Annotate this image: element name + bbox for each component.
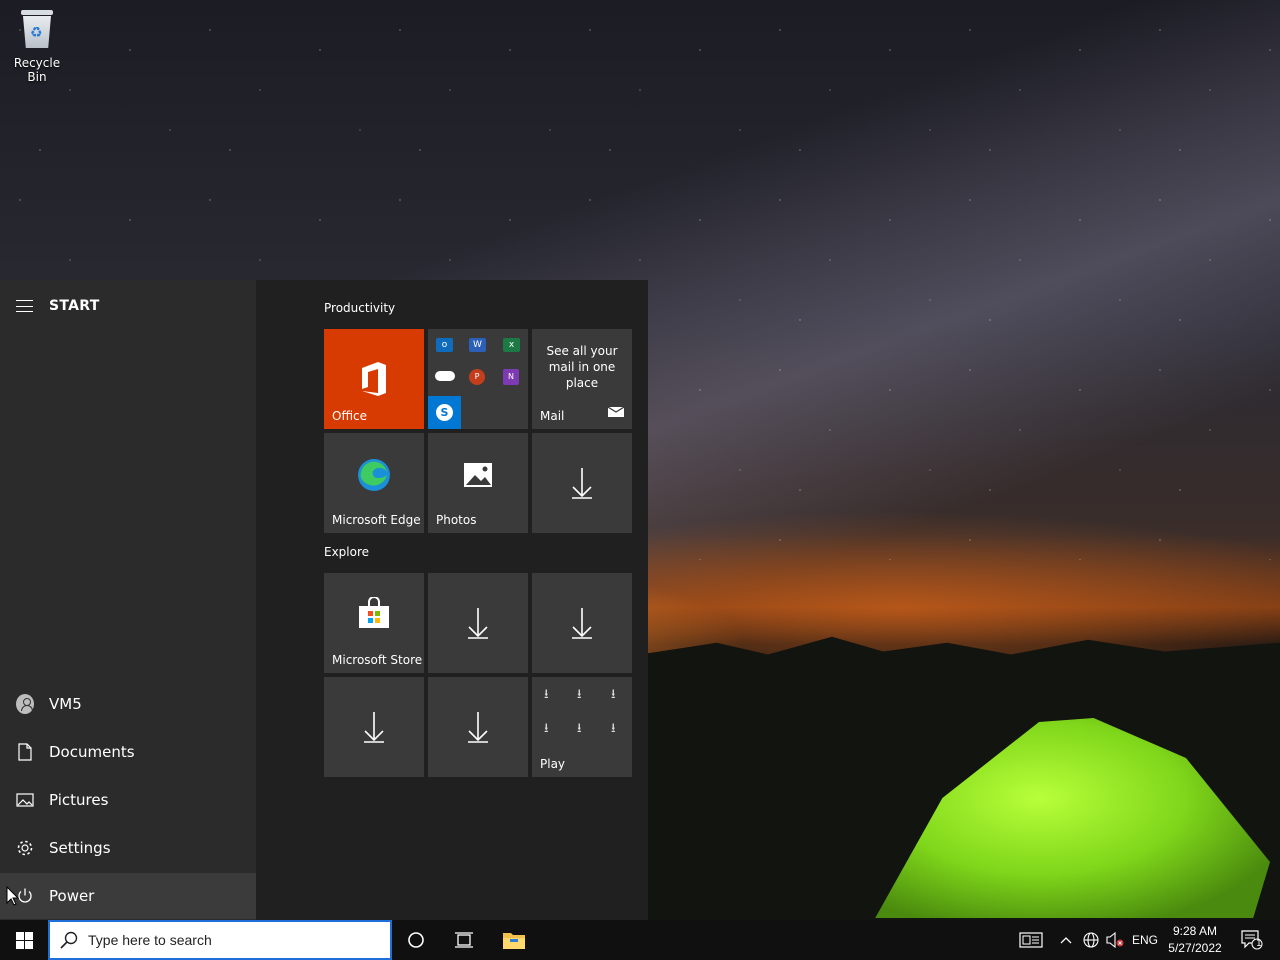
tile-photos[interactable]: Photos (428, 433, 528, 533)
powerpoint-icon: P (469, 369, 485, 385)
tile-label: Photos (436, 513, 477, 527)
pictures-icon (16, 791, 34, 809)
user-icon (16, 694, 34, 714)
tile-label: Microsoft Edge (332, 513, 421, 527)
edge-icon (324, 425, 424, 525)
tile-pending-download[interactable] (428, 677, 528, 777)
cortana-icon (408, 932, 424, 948)
hamburger-menu-icon[interactable] (16, 300, 33, 312)
sidebar-item-pictures[interactable]: Pictures (0, 777, 256, 823)
taskbar-clock[interactable]: 9:28 AM 5/27/2022 (1164, 923, 1226, 957)
sidebar-item-label: Pictures (49, 791, 109, 809)
mail-icon (607, 402, 625, 421)
excel-icon: x (503, 338, 520, 352)
volume-muted-icon (1106, 932, 1124, 948)
start-header[interactable]: START (16, 298, 100, 314)
tile-pending-download[interactable] (324, 677, 424, 777)
group-title-explore: Explore (324, 545, 370, 559)
download-icon (428, 677, 528, 777)
group-title-productivity: Productivity (324, 301, 396, 315)
chevron-up-icon (1060, 937, 1072, 944)
onenote-icon: N (503, 369, 519, 385)
taskbar: Type here to search ENG 9:28 AM 5/27/202… (0, 920, 1280, 960)
document-icon (16, 743, 34, 761)
task-view-button[interactable] (442, 920, 486, 960)
store-icon (324, 563, 424, 663)
taskbar-search-box[interactable]: Type here to search (48, 920, 392, 960)
folder-icon (503, 933, 525, 949)
tile-label: Office (332, 409, 368, 423)
clock-time: 9:28 AM (1172, 924, 1218, 938)
language-indicator: ENG (1131, 933, 1158, 947)
sidebar-item-user[interactable]: VM5 (0, 681, 256, 727)
show-hidden-icons-button[interactable] (1056, 920, 1076, 960)
action-center-button[interactable]: 1 (1232, 920, 1272, 960)
download-icon: ⭳ (577, 721, 582, 736)
tile-office[interactable]: Office (324, 329, 424, 429)
word-icon: W (469, 338, 486, 352)
volume-button[interactable] (1104, 920, 1126, 960)
tile-pending-download[interactable] (532, 573, 632, 673)
notification-count: 1 (1256, 939, 1262, 949)
search-placeholder: Type here to search (88, 932, 212, 948)
start-menu-tiles: Productivity Office o W x P N S See all … (256, 280, 648, 920)
recycle-bin-label: Recycle Bin (13, 56, 61, 84)
mail-tile-text: See all your mail in one place (546, 344, 618, 390)
download-icon (428, 573, 528, 673)
input-language-button[interactable]: ENG (1130, 920, 1160, 960)
tile-mail[interactable]: See all your mail in one place Mail (532, 329, 632, 429)
gear-icon (16, 839, 34, 857)
start-menu-sidebar: START VM5 Documents Pictures Settings Po… (0, 280, 256, 920)
download-icon (532, 433, 632, 533)
recycle-bin-icon: ♻ (19, 8, 55, 50)
download-icon (532, 573, 632, 673)
start-title: START (49, 298, 100, 314)
sidebar-item-label: Settings (49, 839, 111, 857)
download-icon (324, 677, 424, 777)
task-view-icon (455, 932, 473, 948)
outlook-icon: o (436, 338, 453, 352)
file-explorer-button[interactable] (490, 920, 538, 960)
download-icon: ⭳ (577, 687, 582, 702)
desktop-icon-recycle-bin[interactable]: ♻ Recycle Bin (4, 8, 70, 84)
photos-icon (428, 425, 528, 525)
globe-icon (1083, 932, 1099, 948)
tile-label: Mail (540, 409, 565, 423)
tile-label: Play (540, 757, 566, 771)
sidebar-item-label: Documents (49, 743, 135, 761)
windows-logo-icon (15, 931, 33, 949)
sidebar-item-label: Power (49, 887, 95, 905)
network-button[interactable] (1080, 920, 1102, 960)
tile-pending-download[interactable] (428, 573, 528, 673)
tile-microsoft-edge[interactable]: Microsoft Edge (324, 433, 424, 533)
clock-date: 5/27/2022 (1168, 941, 1222, 955)
cortana-button[interactable] (394, 920, 438, 960)
download-icon: ⭳ (611, 687, 616, 702)
download-icon: ⭳ (611, 721, 616, 736)
sidebar-item-settings[interactable]: Settings (0, 825, 256, 871)
tile-label: Microsoft Store (332, 653, 423, 667)
sidebar-item-power[interactable]: Power (0, 873, 256, 919)
sidebar-item-label: VM5 (49, 695, 82, 713)
tile-pending-download[interactable] (532, 433, 632, 533)
news-icon (1019, 932, 1043, 948)
onedrive-icon (435, 371, 455, 381)
start-button[interactable] (0, 920, 48, 960)
mouse-cursor-icon (6, 885, 20, 910)
download-icon: ⭳ (544, 721, 549, 736)
sidebar-item-documents[interactable]: Documents (0, 729, 256, 775)
tile-office-apps-folder[interactable]: o W x P N S (428, 329, 528, 429)
news-widget-button[interactable] (1014, 920, 1048, 960)
tile-play-folder[interactable]: ⭳ ⭳ ⭳ ⭳ ⭳ ⭳ Play (532, 677, 632, 777)
search-icon (60, 931, 78, 949)
tile-microsoft-store[interactable]: Microsoft Store (324, 573, 424, 673)
download-icon: ⭳ (544, 687, 549, 702)
